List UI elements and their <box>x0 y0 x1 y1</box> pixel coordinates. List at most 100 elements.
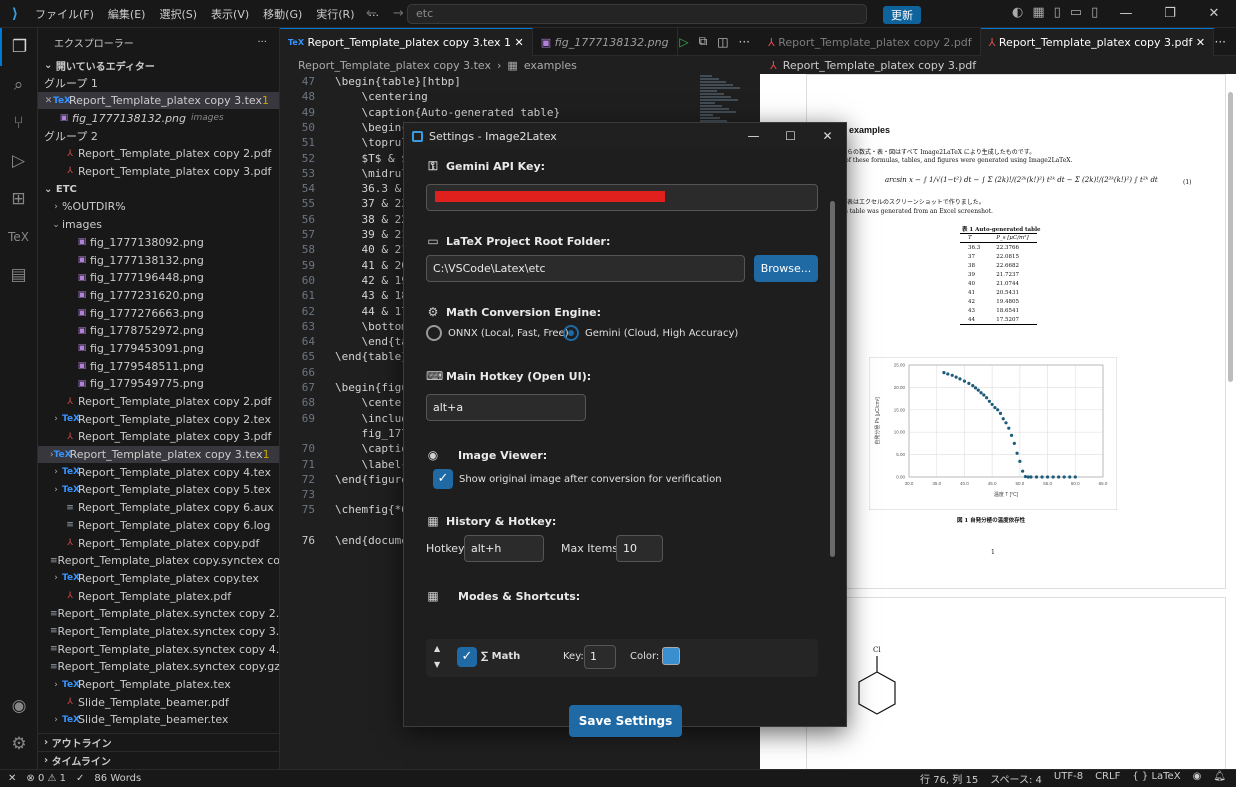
close-tab-icon[interactable]: ✕ <box>1196 36 1205 49</box>
open-editor-item[interactable]: ⅄ Report_Template_platex copy 3.pdf <box>38 162 279 180</box>
menu-file[interactable]: ファイル(F) <box>30 6 99 22</box>
tree-file[interactable]: ▣ fig_1779453091.png <box>38 340 279 358</box>
extensions-icon[interactable]: ⊞ <box>0 180 37 218</box>
tree-file[interactable]: ≡ Report_Template_platex.synctex copy 2.g… <box>38 605 279 623</box>
dialog-close-icon[interactable]: ✕ <box>809 129 846 143</box>
show-original-checkbox[interactable]: ✓ Show original image after conversion fo… <box>433 469 722 489</box>
main-hotkey-input[interactable]: alt+a <box>426 394 586 421</box>
tree-file[interactable]: ⅄ Report_Template_platex copy 2.pdf <box>38 393 279 411</box>
menu-run[interactable]: 実行(R) <box>311 6 359 22</box>
tree-folder[interactable]: ⌄ images <box>38 216 279 234</box>
tree-file[interactable]: ⅄ Report_Template_platex copy.pdf <box>38 534 279 552</box>
source-control-icon[interactable]: ⑂ <box>0 104 37 142</box>
tree-file[interactable]: › TeX Report_Template_platex copy 5.tex <box>38 481 279 499</box>
dialog-minimize-icon[interactable]: — <box>735 129 772 143</box>
close-icon[interactable]: ✕ <box>1192 0 1236 28</box>
menu-view[interactable]: 表示(V) <box>206 6 254 22</box>
tree-file[interactable]: ⅄ Report_Template_platex.pdf <box>38 587 279 605</box>
breadcrumb-file[interactable]: Report_Template_platex copy 3.tex <box>298 59 491 72</box>
tree-file[interactable]: ≡Report_Template_platex copy.synctex cop… <box>38 552 279 570</box>
layout-icon[interactable]: ▦ <box>1032 5 1044 20</box>
indentation[interactable]: スペース: 4 <box>990 771 1042 786</box>
manage-gear-icon[interactable]: ⚙ <box>0 725 38 763</box>
toggle-sidebar-icon[interactable]: ▯ <box>1054 5 1061 20</box>
account-icon[interactable]: ◉ <box>0 687 38 725</box>
run-icon[interactable]: ▷ <box>679 35 688 49</box>
remote-icon[interactable]: ✕ <box>8 773 16 784</box>
toggle-secondary-sidebar-icon[interactable]: ▯ <box>1091 5 1098 20</box>
command-center-search[interactable]: etc <box>407 4 867 24</box>
tree-file[interactable]: ▣ fig_1777231620.png <box>38 287 279 305</box>
encoding[interactable]: UTF-8 <box>1054 771 1083 786</box>
mode-color-swatch[interactable] <box>662 647 680 665</box>
chevron-icon[interactable]: › <box>50 680 62 690</box>
pdf-breadcrumb-file[interactable]: Report_Template_platex copy 3.pdf <box>783 59 976 72</box>
tree-file[interactable]: ≡ Report_Template_platex.synctex copy 3.g… <box>38 623 279 641</box>
tree-file[interactable]: › TeX Report_Template_platex copy 2.tex <box>38 410 279 428</box>
tree-file[interactable]: ▣ fig_1777138132.png <box>38 251 279 269</box>
forward-icon[interactable]: → <box>393 6 404 21</box>
chevron-icon[interactable]: › <box>50 715 62 725</box>
split-editor-icon[interactable]: ◫ <box>717 35 728 49</box>
tab-pdf-copy3[interactable]: ⅄ Report_Template_platex copy 3.pdf ✕ <box>980 28 1215 56</box>
more-actions-icon[interactable]: ··· <box>257 37 267 48</box>
notifications-icon[interactable]: 🔔︎ <box>1213 771 1226 786</box>
update-button[interactable]: 更新 <box>883 6 921 24</box>
word-count[interactable]: 86 Words <box>94 773 141 784</box>
search-icon[interactable]: ⌕ <box>0 66 37 104</box>
open-editor-item[interactable]: ✕ TeX Report_Template_platex copy 3.tex 1 <box>38 91 279 110</box>
engine-onnx-radio[interactable]: ONNX (Local, Fast, Free) <box>426 325 569 341</box>
tree-file[interactable]: ▣ fig_1778752972.png <box>38 322 279 340</box>
menu-go[interactable]: 移動(G) <box>258 6 307 22</box>
back-icon[interactable]: ← <box>366 6 377 21</box>
tree-file[interactable]: ▣ fig_1779549775.png <box>38 375 279 393</box>
tree-file[interactable]: › TeX Report_Template_platex copy.tex <box>38 570 279 588</box>
tree-file[interactable]: › TeX Report_Template_platex copy 4.tex <box>38 463 279 481</box>
tree-file[interactable]: › TeX Slide_Template_beamer.tex <box>38 711 279 729</box>
toggle-panel-icon[interactable]: ▭ <box>1070 5 1082 20</box>
folder-icon[interactable]: ▤ <box>0 256 37 294</box>
open-editor-item[interactable]: ▣ fig_1777138132.png images <box>38 109 279 127</box>
pdf-scrollbar[interactable] <box>1228 92 1233 382</box>
tex-icon[interactable]: TeX <box>0 218 37 256</box>
tree-file[interactable]: ≡ Report_Template_platex copy 6.log <box>38 517 279 535</box>
mode-key-input[interactable]: 1 <box>584 645 616 669</box>
tree-file[interactable]: ▣ fig_1779548511.png <box>38 357 279 375</box>
tree-file[interactable]: ⅄ Report_Template_platex copy 3.pdf <box>38 428 279 446</box>
tree-file[interactable]: ▣ fig_1777276663.png <box>38 304 279 322</box>
cursor-position[interactable]: 行 76, 列 15 <box>920 771 978 786</box>
save-settings-button[interactable]: Save Settings <box>569 705 682 737</box>
timeline-section[interactable]: › タイムライン <box>38 751 279 769</box>
tree-folder[interactable]: › %OUTDIR% <box>38 198 279 216</box>
copilot-status-icon[interactable]: ◉ <box>1193 771 1202 786</box>
check-icon[interactable]: ✓ <box>76 773 84 784</box>
more-actions-icon[interactable]: ··· <box>1215 35 1226 49</box>
breadcrumb-section[interactable]: examples <box>524 59 577 72</box>
reorder-arrows[interactable]: ▲ ▼ <box>434 641 440 673</box>
tree-file[interactable]: ▣ fig_1777196448.png <box>38 269 279 287</box>
tree-file[interactable]: ≡ Report_Template_platex copy 6.aux <box>38 499 279 517</box>
copilot-icon[interactable]: ◐ <box>1012 5 1023 20</box>
run-debug-icon[interactable]: ▷ <box>0 142 37 180</box>
api-key-input[interactable] <box>426 184 818 211</box>
tree-file[interactable]: ≡ Report_Template_platex.synctex copy.gz <box>38 658 279 676</box>
tree-file[interactable]: › TeX Report_Template_platex copy 3.tex 1 <box>38 445 279 464</box>
language-mode[interactable]: { } LaTeX <box>1132 771 1180 786</box>
history-hotkey-input[interactable]: alt+h <box>464 535 544 562</box>
more-actions-icon[interactable]: ··· <box>739 35 750 49</box>
line-ending[interactable]: CRLF <box>1095 771 1120 786</box>
tree-file[interactable]: › TeX Report_Template_platex.tex <box>38 676 279 694</box>
open-editors-header[interactable]: ⌄ 開いているエディター <box>38 56 279 74</box>
menu-edit[interactable]: 編集(E) <box>103 6 151 22</box>
browse-button[interactable]: Browse... <box>754 255 818 282</box>
tree-file[interactable]: ▣ fig_1777138092.png <box>38 234 279 252</box>
minimize-icon[interactable]: — <box>1104 0 1148 28</box>
root-folder-input[interactable]: C:\VSCode\Latex\etc <box>426 255 745 282</box>
tree-file[interactable]: ⅄ Slide_Template_beamer.pdf <box>38 693 279 711</box>
tab-tex-file[interactable]: TeX Report_Template_platex copy 3.tex 1 … <box>280 28 533 56</box>
max-items-input[interactable]: 10 <box>616 535 663 562</box>
engine-gemini-radio[interactable]: Gemini (Cloud, High Accuracy) <box>563 325 738 341</box>
tab-pdf-copy2[interactable]: ⅄ Report_Template_platex copy 2.pdf <box>760 28 981 56</box>
explorer-icon[interactable]: ❐ <box>0 28 37 66</box>
tab-image-file[interactable]: ▣ fig_1777138132.png <box>533 28 678 56</box>
